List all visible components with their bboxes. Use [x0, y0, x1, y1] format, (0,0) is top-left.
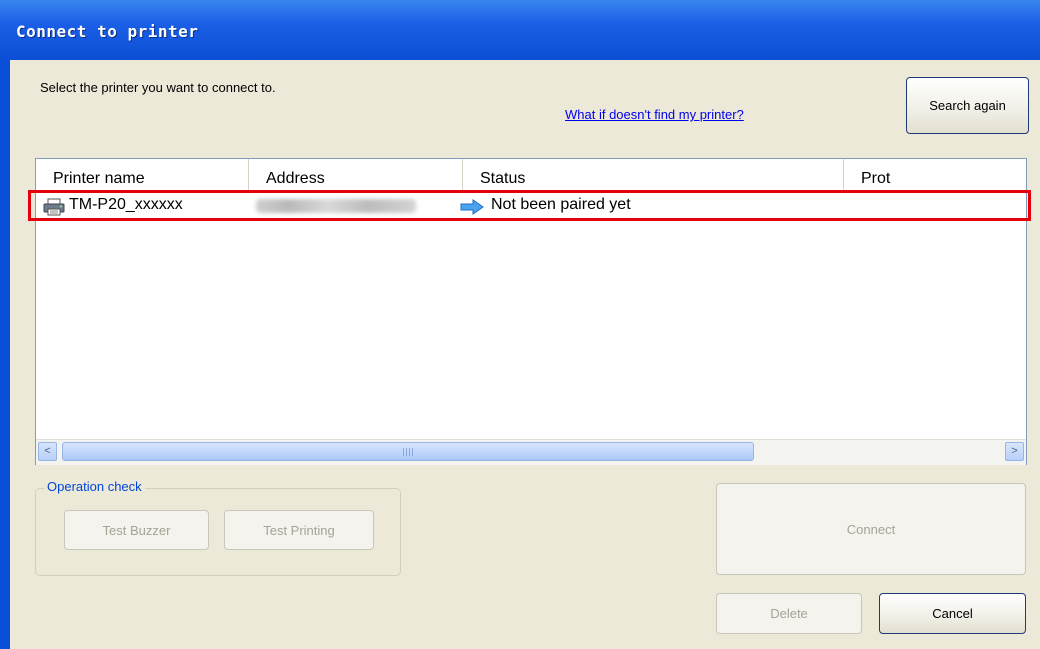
column-header-address[interactable]: Address [249, 159, 463, 191]
printer-name-cell: TM-P20_xxxxxx [69, 196, 183, 213]
scroll-right-button[interactable]: > [1005, 442, 1024, 461]
column-header-protocol[interactable]: Prot [844, 159, 1026, 191]
list-header: Printer name Address Status Prot [36, 159, 1026, 191]
test-buzzer-button[interactable]: Test Buzzer [64, 510, 209, 550]
dialog-body: Select the printer you want to connect t… [10, 60, 1040, 649]
column-header-printer-name[interactable]: Printer name [36, 159, 249, 191]
scroll-thumb[interactable] [62, 442, 754, 461]
grip-icon [403, 448, 413, 456]
cancel-button[interactable]: Cancel [879, 593, 1026, 634]
test-printing-button[interactable]: Test Printing [224, 510, 374, 550]
printer-icon [43, 198, 65, 216]
dialog-window: Connect to printer Select the printer yo… [0, 0, 1040, 649]
operation-check-label: Operation check [44, 479, 145, 494]
window-title: Connect to printer [16, 22, 199, 41]
scroll-left-button[interactable]: < [38, 442, 57, 461]
instruction-text: Select the printer you want to connect t… [40, 80, 276, 95]
search-again-button[interactable]: Search again [906, 77, 1029, 134]
column-header-status[interactable]: Status [463, 159, 844, 191]
delete-button[interactable]: Delete [716, 593, 862, 634]
horizontal-scrollbar[interactable]: < > [36, 439, 1026, 465]
operation-check-group: Operation check Test Buzzer Test Printin… [35, 479, 401, 576]
title-bar[interactable]: Connect to printer [0, 0, 1040, 60]
help-link[interactable]: What if doesn't find my printer? [565, 107, 744, 122]
table-row[interactable]: TM-P20_xxxxxx Not been paired yet [28, 190, 1031, 221]
address-cell-redacted [256, 199, 416, 213]
right-arrow-icon [460, 199, 484, 215]
status-cell: Not been paired yet [491, 196, 631, 213]
connect-button[interactable]: Connect [716, 483, 1026, 575]
printer-list[interactable]: Printer name Address Status Prot TM-P20_… [28, 158, 1031, 465]
